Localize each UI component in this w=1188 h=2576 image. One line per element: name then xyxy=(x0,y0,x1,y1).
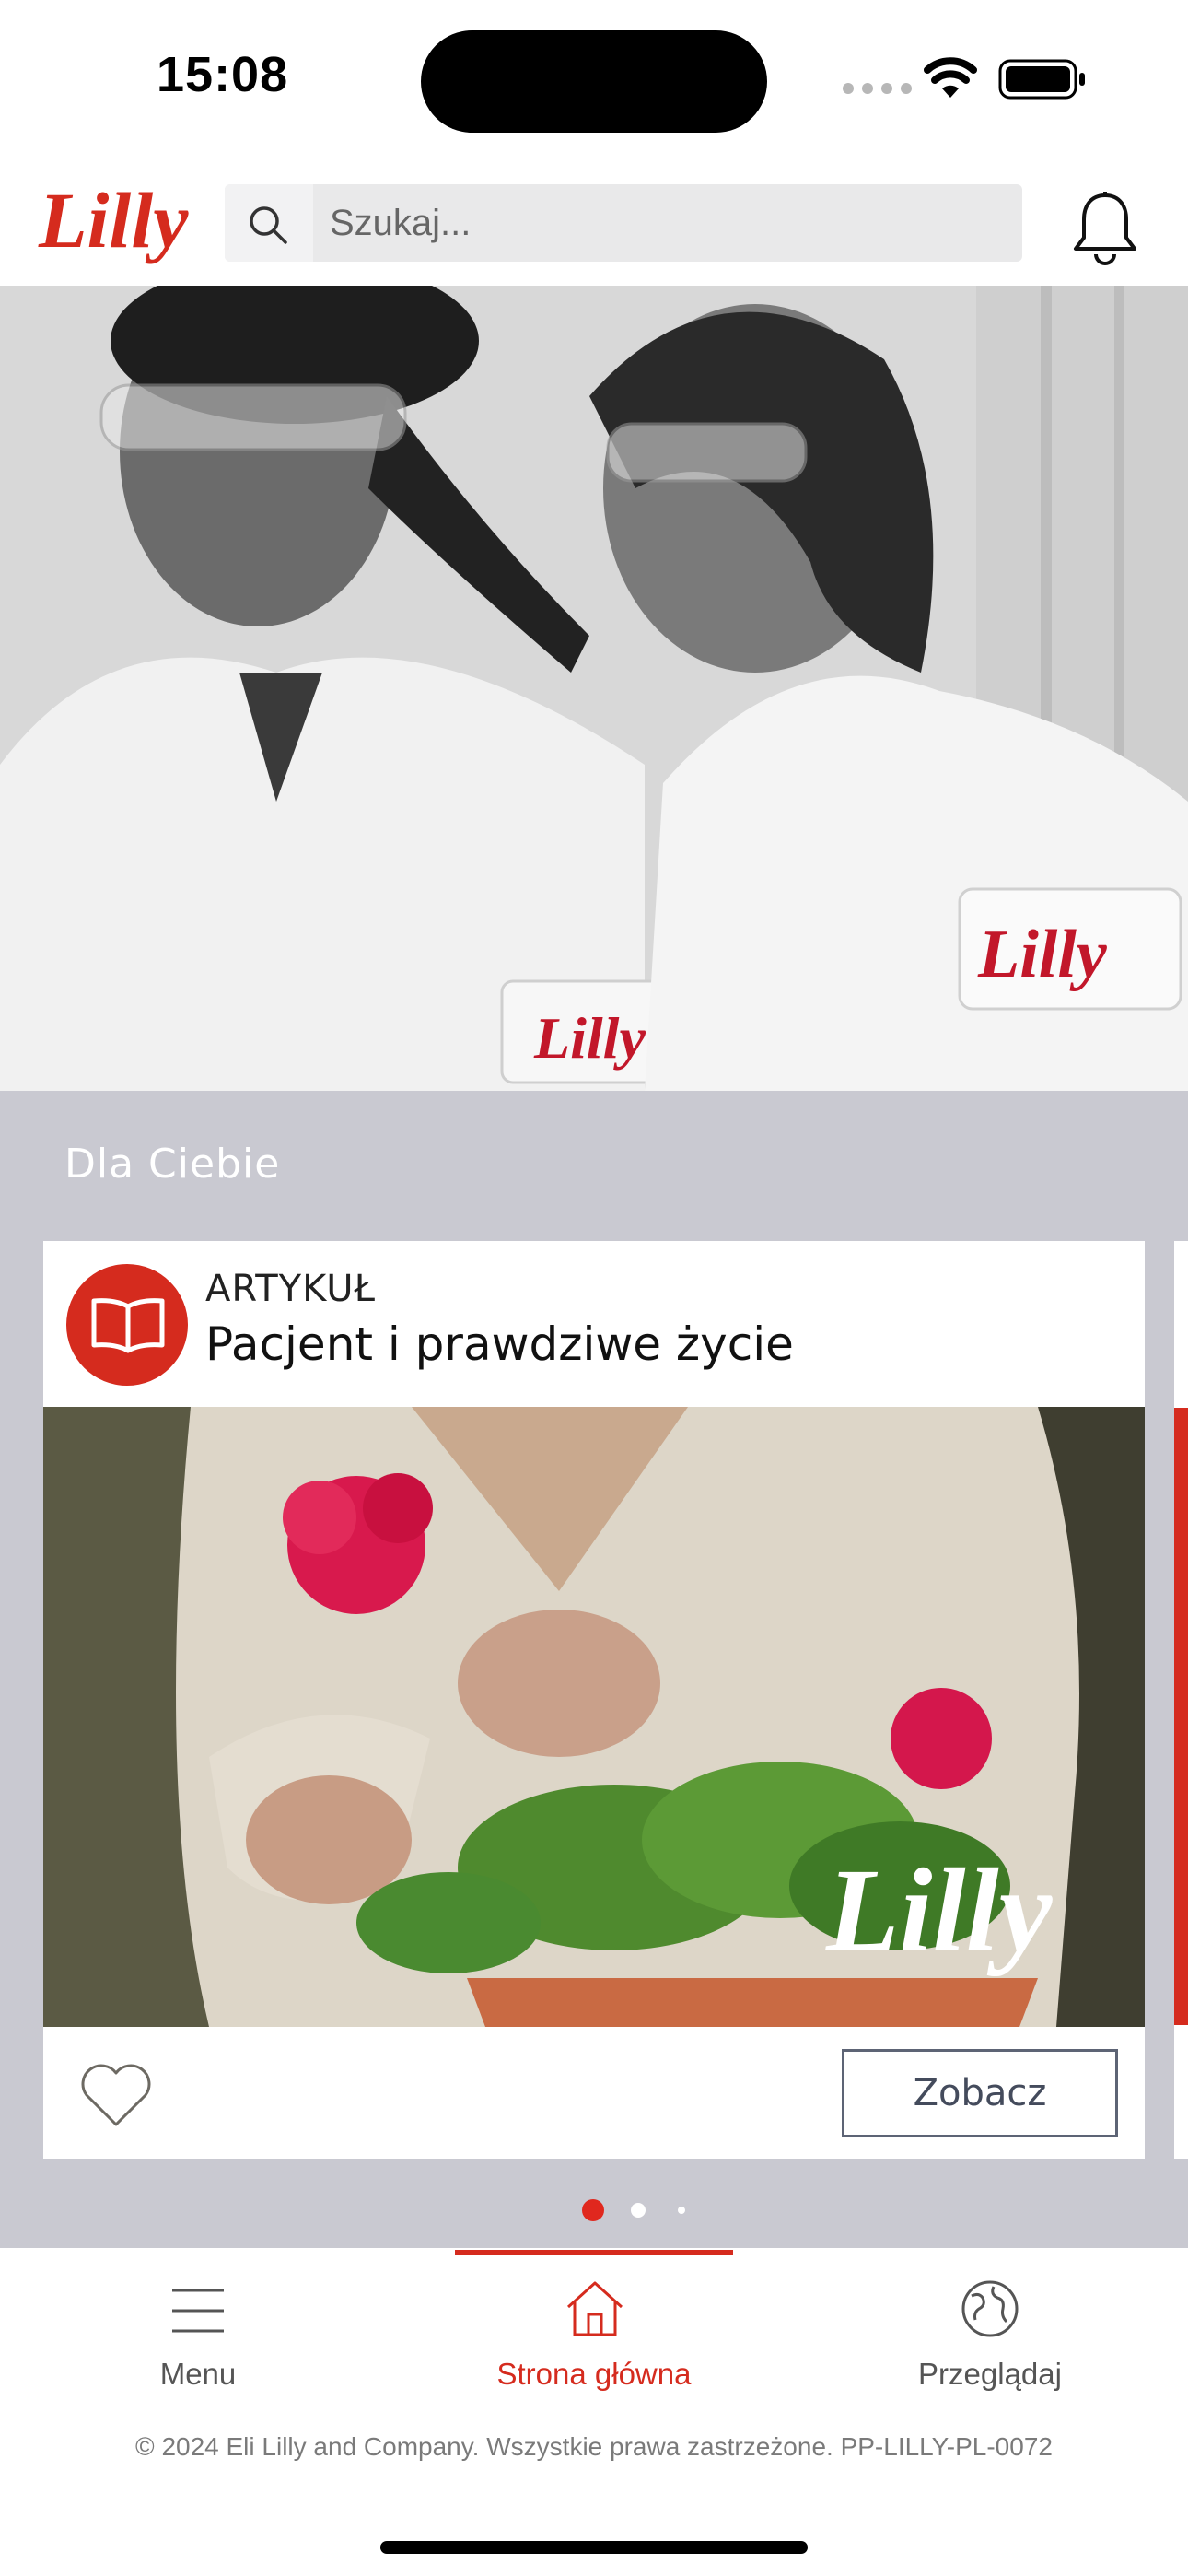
hero-badge-right: Lilly xyxy=(977,917,1108,992)
search-bar[interactable] xyxy=(225,184,1022,262)
search-input[interactable] xyxy=(330,184,993,262)
tab-label-browse: Przeglądaj xyxy=(918,2357,1062,2391)
carousel-dot[interactable] xyxy=(631,2203,646,2218)
active-tab-indicator xyxy=(455,2250,733,2255)
article-image[interactable]: Lilly xyxy=(43,1407,1145,2027)
article-photo-illustration: Lilly xyxy=(43,1407,1145,2027)
cellular-signal-icon xyxy=(843,83,912,94)
hero-badge-left: Lilly xyxy=(533,1005,646,1071)
carousel-dots[interactable] xyxy=(571,2196,700,2224)
lilly-logo[interactable]: Lilly xyxy=(39,181,188,260)
copyright-text: © 2024 Eli Lilly and Company. Wszystkie … xyxy=(135,2432,1053,2461)
tab-browse[interactable]: Przeglądaj xyxy=(852,2276,1128,2405)
heart-icon[interactable] xyxy=(79,2062,153,2128)
search-icon xyxy=(250,206,287,244)
home-indicator[interactable] xyxy=(380,2541,808,2554)
carousel-dot[interactable] xyxy=(678,2207,685,2214)
globe-icon xyxy=(961,2280,1019,2337)
view-button[interactable]: Zobacz xyxy=(842,2049,1118,2137)
tab-label-menu: Menu xyxy=(159,2357,237,2391)
status-time: 15:08 xyxy=(157,47,289,102)
article-type-label: ARTYKUŁ xyxy=(205,1268,377,1310)
tab-label-home: Strona główna xyxy=(496,2357,692,2391)
battery-icon xyxy=(998,59,1085,100)
carousel-dot-active[interactable] xyxy=(582,2199,604,2221)
wifi-icon xyxy=(924,57,977,98)
book-icon xyxy=(91,1298,165,1353)
article-title[interactable]: Pacjent i prawdziwe życie xyxy=(205,1317,794,1371)
home-icon xyxy=(566,2281,623,2336)
menu-icon xyxy=(172,2289,224,2333)
article-image-logo: Lilly xyxy=(825,1844,1054,1977)
dynamic-island xyxy=(421,30,767,133)
section-title: Dla Ciebie xyxy=(64,1141,281,1188)
next-card-peek-image xyxy=(1174,1408,1188,2025)
hero-image: Lilly Lilly xyxy=(0,286,1188,1091)
tab-home[interactable]: Strona główna xyxy=(456,2276,732,2405)
notification-bell-icon[interactable] xyxy=(1070,190,1140,265)
tab-menu[interactable]: Menu xyxy=(60,2276,336,2405)
hero-photo-illustration: Lilly Lilly xyxy=(0,286,1188,1091)
